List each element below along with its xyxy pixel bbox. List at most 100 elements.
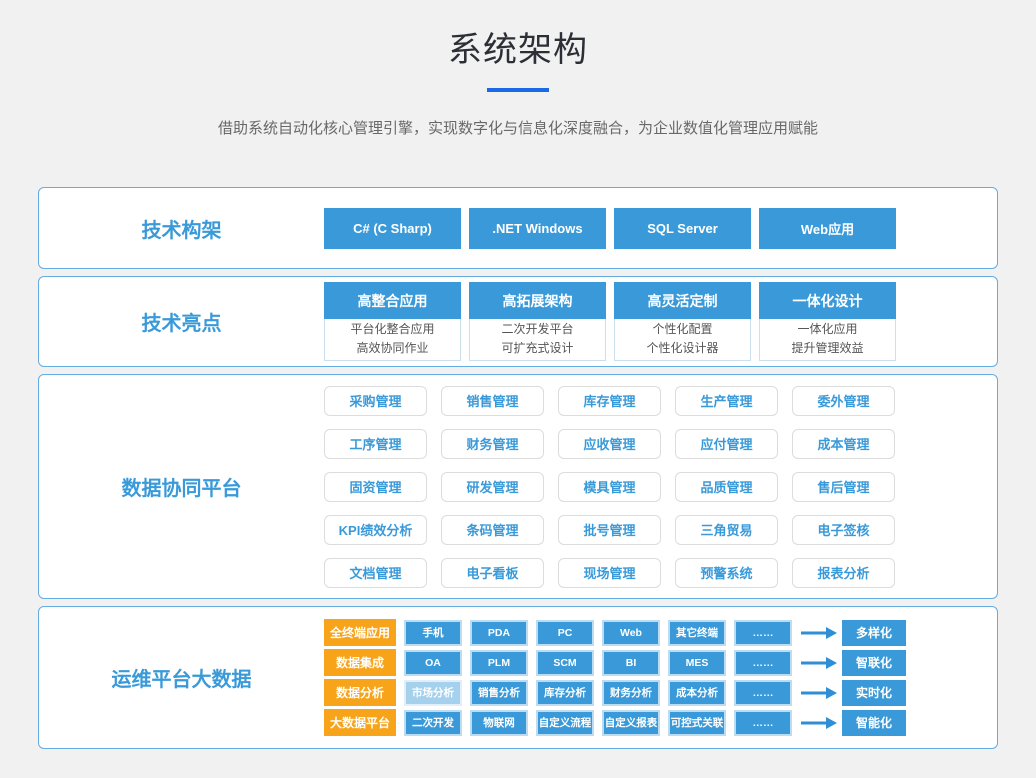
ops-item-chip: 物联网: [470, 710, 528, 736]
page: 系统架构 借助系统自动化核心管理引擎，实现数字化与信息化深度融合，为企业数值化管…: [0, 0, 1036, 749]
page-title: 系统架构: [0, 0, 1036, 71]
ops-item-chip: Web: [602, 620, 660, 646]
module-chip: 销售管理: [441, 386, 544, 416]
ops-item-chip: 自定义报表: [602, 710, 660, 736]
section-tech-highlights: 技术亮点 高整合应用平台化整合应用高效协同作业高拓展架构二次开发平台可扩充式设计…: [38, 276, 998, 367]
module-chip: 条码管理: [441, 515, 544, 545]
ops-item-chip: 二次开发: [404, 710, 462, 736]
ops-item-chip: ……: [734, 620, 792, 646]
ops-platform-row: 全终端应用手机PDAPCWeb其它终端……多样化: [324, 619, 906, 646]
ops-item-chip: 手机: [404, 620, 462, 646]
module-chip: KPI绩效分析: [324, 515, 427, 545]
module-chip: 电子看板: [441, 558, 544, 588]
ops-item-chip: SCM: [536, 650, 594, 676]
data-platform-row: 采购管理销售管理库存管理生产管理委外管理: [324, 386, 895, 416]
highlight-card: 高整合应用平台化整合应用高效协同作业: [324, 282, 461, 361]
highlight-card-line: 一体化应用: [760, 320, 895, 339]
ops-item-chip: 其它终端: [668, 620, 726, 646]
module-chip: 报表分析: [792, 558, 895, 588]
ops-result-chip: 实时化: [842, 680, 906, 706]
highlight-card-line: 高效协同作业: [325, 339, 460, 358]
highlight-card-title: 高灵活定制: [614, 282, 751, 319]
module-chip: 电子签核: [792, 515, 895, 545]
ops-item-chip: 成本分析: [668, 680, 726, 706]
module-chip: 研发管理: [441, 472, 544, 502]
ops-item-chip: MES: [668, 650, 726, 676]
highlight-card: 高拓展架构二次开发平台可扩充式设计: [469, 282, 606, 361]
arrow-right-icon: [800, 716, 838, 730]
module-chip: 库存管理: [558, 386, 661, 416]
module-chip: 三角贸易: [675, 515, 778, 545]
ops-platform-row: 大数据平台二次开发物联网自定义流程自定义报表可控式关联……智能化: [324, 709, 906, 736]
module-chip: 应付管理: [675, 429, 778, 459]
highlight-card-body: 个性化配置个性化设计器: [614, 319, 751, 361]
page-subtitle: 借助系统自动化核心管理引擎，实现数字化与信息化深度融合，为企业数值化管理应用赋能: [0, 117, 1036, 138]
ops-item-chip: BI: [602, 650, 660, 676]
ops-category-label: 数据分析: [324, 679, 396, 706]
ops-platform-row: 数据集成OAPLMSCMBIMES……智联化: [324, 649, 906, 676]
highlight-card-body: 一体化应用提升管理效益: [759, 319, 896, 361]
ops-item-chip: PC: [536, 620, 594, 646]
ops-item-chip: OA: [404, 650, 462, 676]
data-platform-row: 文档管理电子看板现场管理预警系统报表分析: [324, 558, 895, 588]
ops-item-chip: 市场分析: [404, 680, 462, 706]
sections-container: 技术构架 C# (C Sharp).NET WindowsSQL ServerW…: [38, 187, 998, 749]
ops-platform-row: 数据分析市场分析销售分析库存分析财务分析成本分析 …… 实时化: [324, 679, 906, 706]
highlight-card-line: 提升管理效益: [760, 339, 895, 358]
arrow-right-icon: [800, 656, 838, 670]
ops-item-chip: 库存分析: [536, 680, 594, 706]
section-label-tech-framework: 技术构架: [39, 214, 324, 243]
ops-item-chip: 财务分析: [602, 680, 660, 706]
ops-category-label: 全终端应用: [324, 619, 396, 646]
section-data-platform: 数据协同平台 采购管理销售管理库存管理生产管理委外管理工序管理财务管理应收管理应…: [38, 374, 998, 599]
section-label-data-platform: 数据协同平台: [39, 472, 324, 501]
highlight-card-line: 个性化配置: [615, 320, 750, 339]
ops-item-chip: 销售分析: [470, 680, 528, 706]
arrow-right-icon: [800, 686, 838, 700]
tech-framework-chip: .NET Windows: [469, 208, 606, 249]
highlight-card-title: 高整合应用: [324, 282, 461, 319]
highlight-card-line: 平台化整合应用: [325, 320, 460, 339]
ops-category-label: 大数据平台: [324, 709, 396, 736]
ops-item-chip: PLM: [470, 650, 528, 676]
tech-framework-chip: SQL Server: [614, 208, 751, 249]
title-underline: [487, 88, 549, 92]
highlight-card-body: 平台化整合应用高效协同作业: [324, 319, 461, 361]
highlight-card-title: 高拓展架构: [469, 282, 606, 319]
module-chip: 现场管理: [558, 558, 661, 588]
section-ops-platform: 运维平台大数据 全终端应用手机PDAPCWeb其它终端……多样化数据集成OAPL…: [38, 606, 998, 749]
module-chip: 应收管理: [558, 429, 661, 459]
ops-item-chip: 可控式关联: [668, 710, 726, 736]
module-chip: 模具管理: [558, 472, 661, 502]
highlight-card-title: 一体化设计: [759, 282, 896, 319]
ops-platform-rows: 全终端应用手机PDAPCWeb其它终端……多样化数据集成OAPLMSCMBIME…: [324, 619, 906, 736]
module-chip: 财务管理: [441, 429, 544, 459]
module-chip: 售后管理: [792, 472, 895, 502]
tech-highlights-cards: 高整合应用平台化整合应用高效协同作业高拓展架构二次开发平台可扩充式设计高灵活定制…: [324, 282, 896, 361]
highlight-card-line: 二次开发平台: [470, 320, 605, 339]
section-label-tech-highlights: 技术亮点: [39, 307, 324, 336]
tech-framework-buttons: C# (C Sharp).NET WindowsSQL ServerWeb应用: [324, 208, 896, 249]
ops-item-chip: 自定义流程: [536, 710, 594, 736]
ops-result-chip: 多样化: [842, 620, 906, 646]
module-chip: 采购管理: [324, 386, 427, 416]
ops-result-chip: 智联化: [842, 650, 906, 676]
ops-item-chip: ……: [734, 650, 792, 676]
module-chip: 委外管理: [792, 386, 895, 416]
tech-framework-chip: C# (C Sharp): [324, 208, 461, 249]
ops-result-chip: 智能化: [842, 710, 906, 736]
arrow-right-icon: [800, 626, 838, 640]
highlight-card-line: 个性化设计器: [615, 339, 750, 358]
module-chip: 批号管理: [558, 515, 661, 545]
module-chip: 预警系统: [675, 558, 778, 588]
data-platform-row: KPI绩效分析条码管理批号管理三角贸易电子签核: [324, 515, 895, 545]
module-chip: 文档管理: [324, 558, 427, 588]
module-chip: 生产管理: [675, 386, 778, 416]
data-platform-row: 固资管理研发管理模具管理品质管理售后管理: [324, 472, 895, 502]
module-chip: 固资管理: [324, 472, 427, 502]
section-label-ops-platform: 运维平台大数据: [39, 663, 324, 692]
tech-framework-chip: Web应用: [759, 208, 896, 249]
ops-item-chip: ……: [734, 680, 792, 706]
module-chip: 工序管理: [324, 429, 427, 459]
highlight-card-body: 二次开发平台可扩充式设计: [469, 319, 606, 361]
